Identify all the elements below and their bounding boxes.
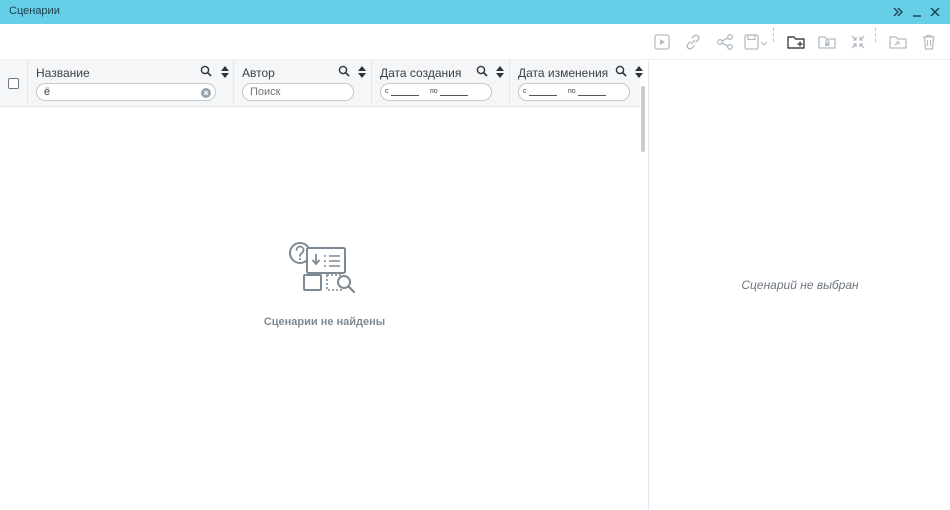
date-from-label: с [523, 88, 527, 95]
scenario-list-panel: Название Автор [0, 60, 649, 510]
no-selection-message: Сценарий не выбран [741, 278, 859, 292]
date-to-label: по [430, 88, 438, 95]
sort-icon[interactable] [635, 66, 643, 78]
column-created-label: Дата создания [380, 66, 462, 80]
date-to-label: по [568, 88, 576, 95]
toolbar-divider [875, 28, 876, 42]
select-all-checkbox[interactable] [8, 78, 19, 89]
search-icon[interactable] [200, 65, 212, 77]
title-bar: Сценарии [0, 0, 950, 24]
column-name-label: Название [36, 66, 90, 80]
window-title: Сценарии [9, 5, 60, 17]
sort-icon[interactable] [358, 66, 366, 78]
scenario-details-panel: Сценарий не выбран [650, 60, 950, 510]
link-icon[interactable] [682, 31, 704, 53]
date-to-field[interactable] [440, 95, 468, 96]
clear-icon[interactable] [201, 87, 211, 98]
open-folder-icon[interactable] [887, 31, 909, 53]
column-author: Автор [233, 60, 371, 107]
share-icon[interactable] [714, 31, 736, 53]
column-created: Дата создания с по [371, 60, 509, 107]
lock-folder-icon[interactable] [816, 31, 838, 53]
close-icon[interactable] [927, 3, 943, 21]
date-to-field[interactable] [578, 95, 606, 96]
no-results-icon [288, 238, 358, 296]
modified-date-filter[interactable]: с по [518, 83, 630, 101]
table-header: Название Автор [0, 60, 643, 107]
name-filter-input[interactable] [44, 85, 194, 99]
column-author-label: Автор [242, 66, 275, 80]
minimize-icon[interactable] [909, 3, 925, 21]
date-from-field[interactable] [391, 95, 419, 96]
author-filter-input[interactable] [250, 85, 346, 99]
search-icon[interactable] [476, 65, 488, 77]
scrollbar-thumb[interactable] [641, 86, 645, 152]
author-filter [242, 83, 354, 101]
date-from-field[interactable] [529, 95, 557, 96]
save-dropdown-icon[interactable] [743, 31, 771, 53]
collapse-icon[interactable] [847, 31, 869, 53]
new-folder-icon[interactable] [785, 31, 807, 53]
sort-icon[interactable] [221, 66, 229, 78]
sort-icon[interactable] [496, 66, 504, 78]
toolbar-divider [773, 28, 774, 42]
play-icon[interactable] [651, 31, 673, 53]
column-modified-label: Дата изменения [518, 66, 609, 80]
search-icon[interactable] [615, 65, 627, 77]
search-icon[interactable] [338, 65, 350, 77]
column-modified: Дата изменения с по [509, 60, 643, 107]
date-from-label: с [385, 88, 389, 95]
expand-icon[interactable] [890, 3, 906, 21]
empty-list-message: Сценарии не найдены [263, 316, 386, 328]
name-filter [36, 83, 216, 101]
column-name: Название [27, 60, 233, 107]
created-date-filter[interactable]: с по [380, 83, 492, 101]
toolbar [0, 24, 950, 60]
trash-icon[interactable] [918, 31, 940, 53]
